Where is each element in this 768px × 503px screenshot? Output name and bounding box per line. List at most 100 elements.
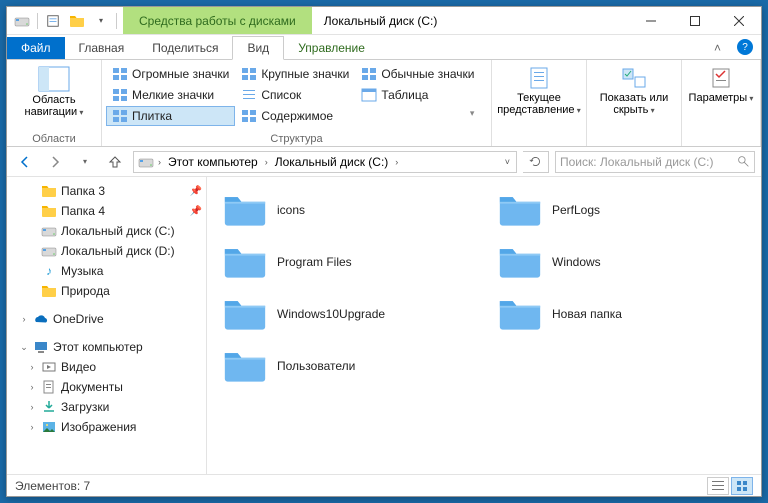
folder-tile[interactable]: icons: [219, 187, 474, 233]
nav-item-documents[interactable]: › Документы: [7, 377, 206, 397]
folder-tile[interactable]: Новая папка: [494, 291, 749, 337]
folder-name: Пользователи: [277, 359, 355, 373]
window-title: Локальный диск (C:): [312, 7, 629, 34]
status-bar: Элементов: 7: [7, 474, 761, 496]
chevron-right-icon[interactable]: ›: [156, 157, 163, 167]
drive-icon: [41, 243, 57, 259]
nav-item-video[interactable]: › Видео: [7, 357, 206, 377]
group-label: Структура: [106, 132, 487, 146]
layout-content[interactable]: Содержимое: [235, 106, 355, 126]
breadcrumb-segment-drive[interactable]: Локальный диск (C:): [272, 155, 392, 169]
folder-icon: [41, 283, 57, 299]
nav-item-drive-d[interactable]: Локальный диск (D:): [7, 241, 206, 261]
file-list[interactable]: icons PerfLogs Program Files Windows Win…: [207, 177, 761, 474]
breadcrumb[interactable]: › Этот компьютер › Локальный диск (C:) ›…: [133, 151, 517, 173]
ribbon-tab-strip: Файл Главная Поделиться Вид Управление ˄…: [7, 35, 761, 59]
folder-icon: [41, 203, 57, 219]
qat-customize-icon[interactable]: ▾: [90, 10, 112, 32]
maximize-button[interactable]: [673, 7, 717, 34]
nav-item-pictures[interactable]: ›Изображения: [7, 417, 206, 437]
folder-tile[interactable]: Program Files: [219, 239, 474, 285]
nav-item-this-pc[interactable]: ⌄Этот компьютер: [7, 337, 206, 357]
options-label: Параметры: [689, 92, 754, 104]
layout-list[interactable]: Список: [235, 85, 355, 105]
layout-label: Мелкие значки: [132, 88, 214, 102]
view-details-button[interactable]: [707, 477, 729, 495]
folder-tile[interactable]: PerfLogs: [494, 187, 749, 233]
nav-label: Документы: [61, 380, 123, 394]
layout-extra-large-icons[interactable]: Огромные значки: [106, 64, 235, 84]
nav-item-folder[interactable]: Природа: [7, 281, 206, 301]
ribbon-group-show-hide: Показать или скрыть: [587, 60, 682, 146]
show-hide-button[interactable]: Показать или скрыть: [591, 62, 677, 116]
collapse-ribbon-icon[interactable]: ˄: [706, 37, 729, 59]
folder-icon: [223, 347, 267, 385]
nav-item-onedrive[interactable]: › OneDrive: [7, 309, 206, 329]
close-button[interactable]: [717, 7, 761, 34]
separator: [37, 13, 38, 29]
tab-manage[interactable]: Управление: [284, 37, 379, 59]
layout-icon: [241, 87, 257, 103]
onedrive-icon: [33, 311, 49, 327]
nav-history-dropdown[interactable]: ▾: [73, 150, 97, 174]
chevron-right-icon[interactable]: ›: [393, 157, 400, 167]
tab-share[interactable]: Поделиться: [138, 37, 232, 59]
computer-icon: [33, 339, 49, 355]
expander-icon[interactable]: ›: [27, 382, 37, 392]
tab-file[interactable]: Файл: [7, 37, 65, 59]
expander-icon[interactable]: ⌄: [19, 342, 29, 353]
tab-home[interactable]: Главная: [65, 37, 139, 59]
system-menu-icon[interactable]: [11, 10, 33, 32]
tab-view[interactable]: Вид: [232, 36, 284, 60]
expander-icon[interactable]: ›: [27, 362, 37, 372]
search-box[interactable]: [555, 151, 755, 173]
ribbon-group-panes: Область навигации Области: [7, 60, 102, 146]
layout-small-icons[interactable]: Мелкие значки: [106, 85, 235, 105]
nav-item-music[interactable]: ♪Музыка: [7, 261, 206, 281]
minimize-button[interactable]: [629, 7, 673, 34]
nav-label: Видео: [61, 360, 96, 374]
expander-icon[interactable]: ›: [19, 314, 29, 324]
layout-label: Таблица: [381, 88, 428, 102]
current-view-button[interactable]: Текущее представление: [496, 62, 582, 116]
options-button[interactable]: Параметры: [686, 62, 756, 104]
folder-tile[interactable]: Windows10Upgrade: [219, 291, 474, 337]
chevron-right-icon[interactable]: ›: [263, 157, 270, 167]
nav-item-downloads[interactable]: ›Загрузки: [7, 397, 206, 417]
expander-icon[interactable]: ›: [27, 422, 37, 432]
qat-properties-icon[interactable]: [42, 10, 64, 32]
nav-item-folder[interactable]: Папка 4📌: [7, 201, 206, 221]
nav-forward-button[interactable]: [43, 150, 67, 174]
nav-up-button[interactable]: [103, 150, 127, 174]
drive-icon: [138, 154, 154, 170]
downloads-icon: [41, 399, 57, 415]
navigation-pane-button[interactable]: Область навигации: [11, 62, 97, 118]
layout-large-icons[interactable]: Крупные значки: [235, 64, 355, 84]
folder-name: PerfLogs: [552, 203, 600, 217]
expander-icon[interactable]: ›: [27, 402, 37, 412]
folder-tile[interactable]: Windows: [494, 239, 749, 285]
nav-back-button[interactable]: [13, 150, 37, 174]
layout-more[interactable]: ▾: [464, 106, 481, 121]
breadcrumb-dropdown-icon[interactable]: ˅: [503, 157, 512, 167]
nav-label: Папка 4: [61, 204, 105, 218]
search-input[interactable]: [560, 155, 737, 169]
help-icon[interactable]: ?: [737, 39, 753, 55]
folder-tile[interactable]: Пользователи: [219, 343, 474, 389]
layout-icon: [241, 108, 257, 124]
view-tiles-button[interactable]: [731, 477, 753, 495]
folder-name: Program Files: [277, 255, 352, 269]
layout-icon: [112, 87, 128, 103]
nav-label: OneDrive: [53, 312, 104, 326]
nav-item-drive-c[interactable]: Локальный диск (C:): [7, 221, 206, 241]
refresh-button[interactable]: [523, 151, 549, 173]
layout-medium-icons[interactable]: Обычные значки: [355, 64, 480, 84]
qat-newfolder-icon[interactable]: [66, 10, 88, 32]
folder-icon: [223, 295, 267, 333]
layout-tiles[interactable]: Плитка: [106, 106, 235, 126]
nav-item-folder[interactable]: Папка 3📌: [7, 181, 206, 201]
breadcrumb-segment-this-pc[interactable]: Этот компьютер: [165, 155, 261, 169]
folder-icon: [41, 183, 57, 199]
explorer-window: ▾ Средства работы с дисками Локальный ди…: [6, 6, 762, 497]
layout-details[interactable]: Таблица: [355, 85, 480, 105]
